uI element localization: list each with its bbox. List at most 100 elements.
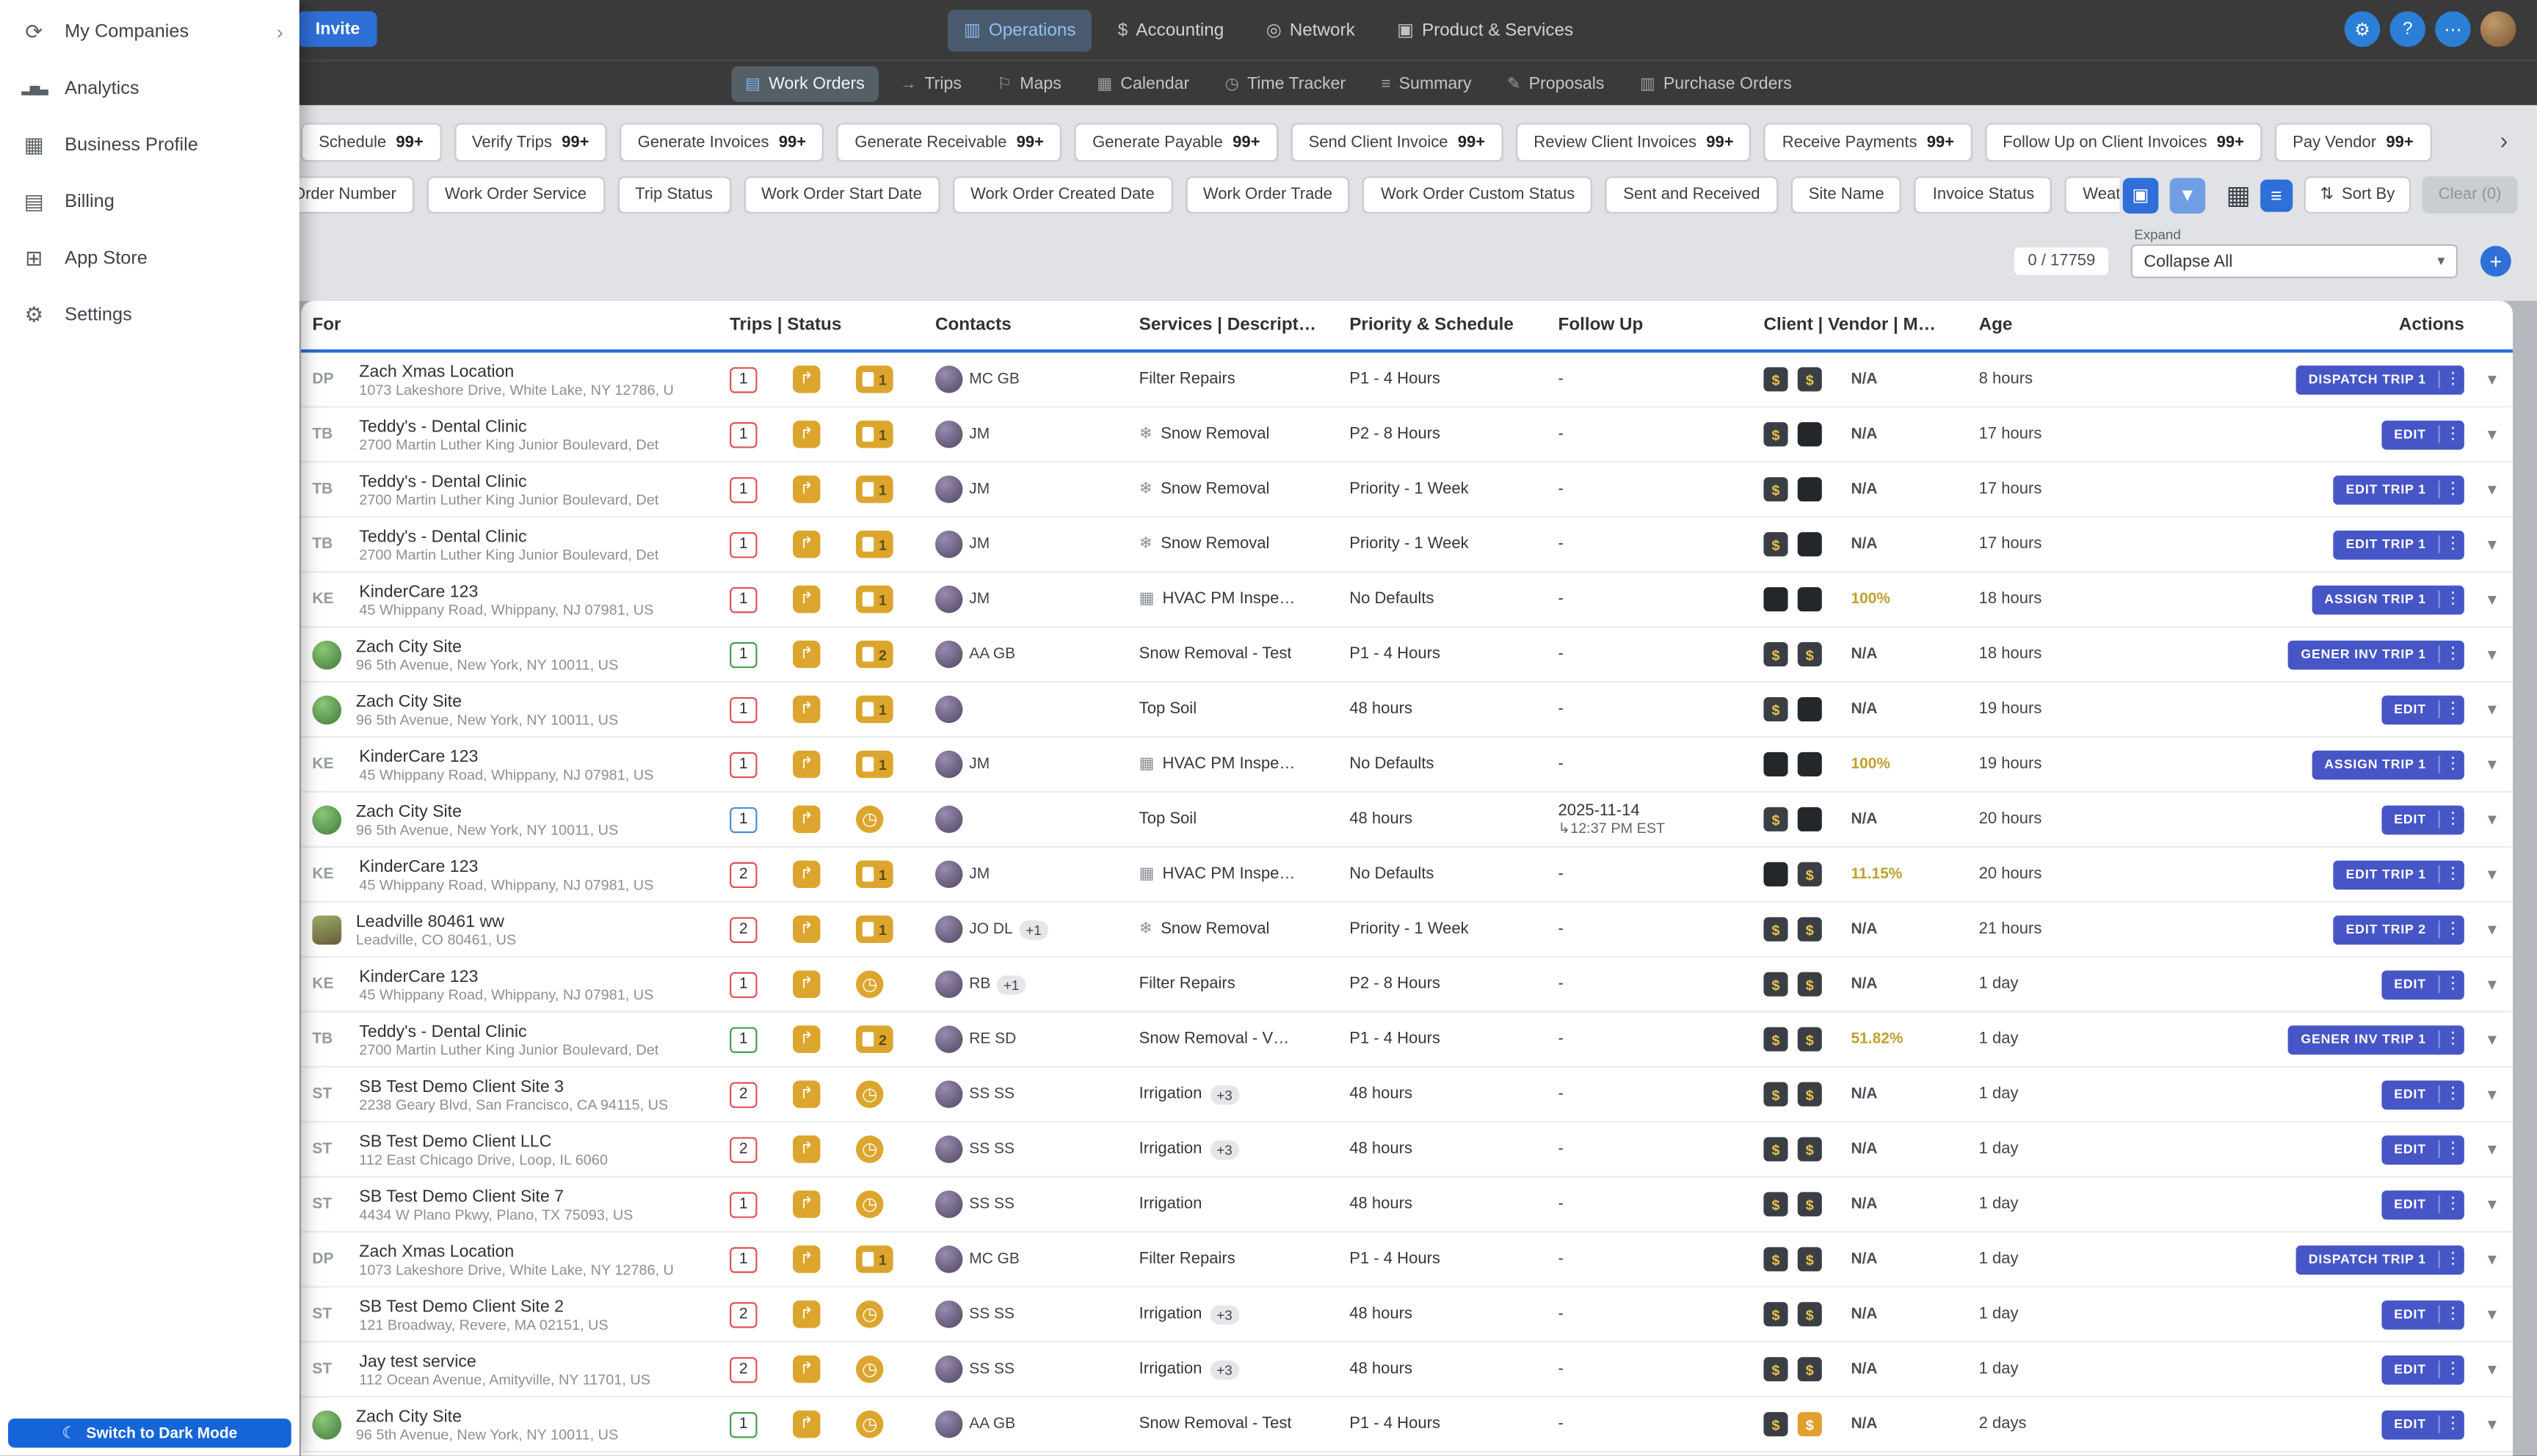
bulk-action-generate-receivable[interactable]: Generate Receivable 99+	[837, 123, 1061, 162]
clock-status-icon[interactable]: ◷	[856, 1300, 883, 1328]
subnav-calendar[interactable]: ▦ Calendar	[1083, 66, 1204, 101]
trip-count-badge[interactable]: 1	[730, 1191, 757, 1217]
trip-status-icon[interactable]: ↱	[793, 531, 820, 558]
row-action-button[interactable]: DISPATCH TRIP 1 ⋮	[2295, 1245, 2465, 1274]
subnav-summary[interactable]: ≡ Summary	[1367, 66, 1487, 101]
contact-avatar[interactable]	[935, 531, 962, 558]
vendor-invoice-badge[interactable]: $	[1798, 1247, 1822, 1271]
trip-count-badge[interactable]: 1	[730, 751, 757, 777]
sidebar-item-my-companies[interactable]: ⟳ My Companies ›	[0, 3, 300, 59]
service-extra-badge[interactable]: +3	[1210, 1140, 1238, 1159]
trip-count-badge[interactable]: 1	[730, 807, 757, 832]
more-options-icon[interactable]: ⋮	[2439, 1306, 2465, 1323]
filter-chip-work-order-custom-status[interactable]: Work Order Custom Status	[1363, 176, 1593, 214]
document-count-badge[interactable]: 1	[856, 531, 893, 558]
contact-avatar[interactable]	[935, 586, 962, 613]
vendor-invoice-badge[interactable]	[1798, 422, 1822, 446]
document-count-badge[interactable]: 1	[856, 421, 893, 448]
row-expand-chevron[interactable]: ▾	[2488, 1413, 2497, 1435]
contact-avatar[interactable]	[935, 1025, 962, 1052]
client-invoice-badge[interactable]: $	[1763, 917, 1787, 942]
trip-status-icon[interactable]: ↱	[793, 916, 820, 943]
row-action-button[interactable]: GENER INV TRIP 1 ⋮	[2288, 1024, 2465, 1054]
trip-count-badge[interactable]: 2	[730, 917, 757, 942]
trip-status-icon[interactable]: ↱	[793, 806, 820, 833]
expand-collapse-select[interactable]: Collapse All ▾	[2131, 244, 2458, 278]
sidebar-item-billing[interactable]: ▤ Billing ›	[0, 173, 300, 230]
work-order-row[interactable]: ST SB Test Demo Client Site 2 121 Broadw…	[301, 1287, 2513, 1342]
tab-network[interactable]: ◎ Network	[1250, 9, 1371, 51]
more-options-icon[interactable]: ⋮	[2439, 920, 2465, 938]
contact-avatar[interactable]	[935, 1190, 962, 1217]
trip-count-badge[interactable]: 1	[730, 1246, 757, 1272]
more-options-icon[interactable]: ⋮	[2439, 755, 2465, 773]
row-action-button[interactable]: EDIT ⋮	[2381, 695, 2465, 724]
work-order-row[interactable]: Zach City Site 96 5th Avenue, New York, …	[301, 627, 2513, 682]
client-invoice-badge[interactable]: $	[1763, 367, 1787, 391]
trip-status-icon[interactable]: ↱	[793, 1300, 820, 1328]
document-count-badge[interactable]: 1	[856, 916, 893, 943]
filter-chip-invoice-status[interactable]: Invoice Status	[1914, 176, 2052, 214]
trip-count-badge[interactable]: 1	[730, 421, 757, 447]
user-avatar[interactable]	[2480, 11, 2516, 46]
contact-avatar[interactable]	[935, 421, 962, 448]
row-expand-chevron[interactable]: ▾	[2488, 423, 2497, 445]
document-count-badge[interactable]: 2	[856, 1025, 893, 1052]
bulk-action-follow-up-on-client-invoices[interactable]: Follow Up on Client Invoices 99+	[1985, 123, 2262, 162]
more-options-icon[interactable]: ⋮	[2439, 810, 2465, 828]
client-invoice-badge[interactable]: $	[1763, 422, 1787, 446]
filter-chip-weather-event-ww[interactable]: Weather Event WW	[2065, 176, 2119, 214]
more-options-icon[interactable]: ⋮	[2439, 865, 2465, 883]
client-invoice-badge[interactable]: $	[1763, 1027, 1787, 1052]
contact-avatar[interactable]	[935, 1355, 962, 1383]
clock-status-icon[interactable]: ◷	[856, 970, 883, 997]
bulk-action-schedule[interactable]: Schedule 99+	[301, 123, 441, 162]
bulk-action-send-client-invoice[interactable]: Send Client Invoice 99+	[1291, 123, 1503, 162]
work-order-row[interactable]: TB Teddy's - Dental Clinic 2700 Martin L…	[301, 407, 2513, 462]
client-invoice-badge[interactable]: $	[1763, 972, 1787, 997]
row-action-button[interactable]: EDIT ⋮	[2381, 1190, 2465, 1219]
trip-count-badge[interactable]: 1	[730, 641, 757, 667]
trip-status-icon[interactable]: ↱	[793, 1025, 820, 1052]
work-order-row[interactable]: TB Teddy's - Dental Clinic 2700 Martin L…	[301, 462, 2513, 517]
vendor-invoice-badge[interactable]	[1798, 697, 1822, 721]
clock-status-icon[interactable]: ◷	[856, 1355, 883, 1383]
contact-avatar[interactable]	[935, 476, 962, 503]
trip-status-icon[interactable]: ↱	[793, 641, 820, 668]
row-expand-chevron[interactable]: ▾	[2488, 864, 2497, 885]
trip-status-icon[interactable]: ↱	[793, 1245, 820, 1273]
trip-count-badge[interactable]: 1	[730, 531, 757, 557]
row-expand-chevron[interactable]: ▾	[2488, 974, 2497, 995]
sort-by-button[interactable]: ⇅ Sort By	[2304, 176, 2411, 214]
trip-count-badge[interactable]: 2	[730, 1356, 757, 1382]
chips-scroll-right-icon[interactable]: ›	[2490, 126, 2517, 157]
work-order-row[interactable]: KE KinderCare 123 45 Whippany Road, Whip…	[301, 572, 2513, 627]
row-expand-chevron[interactable]: ▾	[2488, 1358, 2497, 1380]
document-count-badge[interactable]: 1	[856, 696, 893, 723]
contact-avatar[interactable]	[935, 970, 962, 997]
more-options-icon[interactable]: ⋮	[2439, 1030, 2465, 1048]
trip-count-badge[interactable]: 1	[730, 972, 757, 997]
trip-status-icon[interactable]: ↱	[793, 861, 820, 888]
dark-mode-toggle[interactable]: ☾ Switch to Dark Mode	[8, 1419, 291, 1448]
bulk-action-receive-payments[interactable]: Receive Payments 99+	[1765, 123, 1972, 162]
service-extra-badge[interactable]: +3	[1210, 1360, 1238, 1379]
more-options-icon[interactable]: ⋮	[2439, 371, 2465, 388]
document-count-badge[interactable]: 2	[856, 641, 893, 668]
list-view-button[interactable]: ≡	[2260, 179, 2293, 211]
trip-status-icon[interactable]: ↱	[793, 751, 820, 778]
client-invoice-badge[interactable]: $	[1763, 1137, 1787, 1161]
more-options-icon[interactable]: ⋮	[2439, 590, 2465, 608]
trip-count-badge[interactable]: 2	[730, 862, 757, 887]
bulk-action-generate-invoices[interactable]: Generate Invoices 99+	[620, 123, 824, 162]
row-expand-chevron[interactable]: ▾	[2488, 644, 2497, 665]
bulk-action-verify-trips[interactable]: Verify Trips 99+	[454, 123, 607, 162]
chat-icon[interactable]: ⋯	[2435, 11, 2470, 46]
row-expand-chevron[interactable]: ▾	[2488, 754, 2497, 775]
row-expand-chevron[interactable]: ▾	[2488, 1029, 2497, 1050]
clear-filters-button[interactable]: Clear (0)	[2422, 176, 2518, 214]
sidebar-item-app-store[interactable]: ⊞ App Store ›	[0, 230, 300, 286]
client-invoice-badge[interactable]: $	[1763, 1247, 1787, 1271]
work-order-row[interactable]: ST SB Test Demo Client LLC 112 East Chic…	[301, 1123, 2513, 1178]
more-options-icon[interactable]: ⋮	[2439, 1361, 2465, 1378]
